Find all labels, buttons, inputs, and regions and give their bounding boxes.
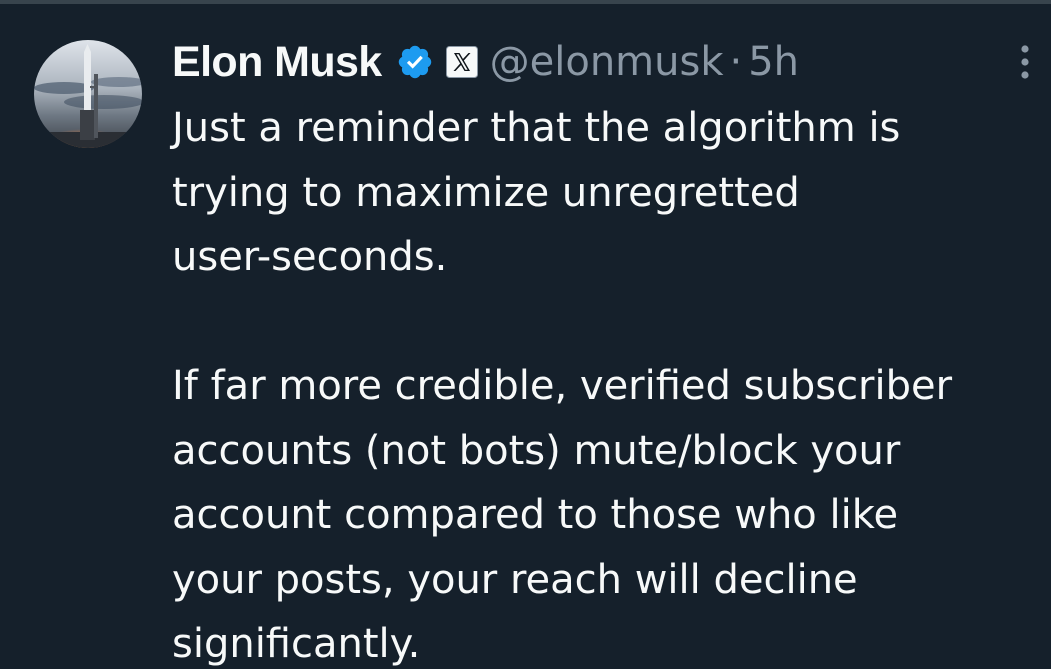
tweet-text-line: significantly. [172,621,421,667]
tweet-header: Elon Musk @elonmusk · 5h [172,34,992,90]
tweet-text-line: If far more credible, verified subscribe… [172,363,953,409]
tweet-text-line: Just a reminder that the algorithm is [172,105,901,151]
tweet-text-line: trying to maximize unregretted [172,169,800,216]
tweet-text: Just a reminder that the algorithm is tr… [172,96,1042,669]
tweet-text-line: accounts (not bots) mute/block your [172,427,901,474]
more-vertical-icon[interactable] [1010,42,1040,82]
tweet-paragraph: If far more credible, verified subscribe… [172,354,1042,669]
display-name[interactable]: Elon Musk [172,38,382,87]
timestamp[interactable]: 5h [748,39,799,85]
tweet-paragraph: Just a reminder that the algorithm is tr… [172,96,1042,290]
tweet-text-line: account compared to those who like [172,492,899,538]
avatar[interactable] [34,40,142,148]
top-divider [0,0,1051,4]
rocket-launch-avatar-image [34,40,142,148]
tweet-text-line: user-seconds. [172,234,448,280]
tweet-text-line: your posts, your reach will decline [172,556,858,603]
verified-badge-icon[interactable] [396,43,434,81]
user-handle[interactable]: @elonmusk [490,39,724,85]
x-logo-icon[interactable] [445,46,478,78]
separator-dot: · [729,39,743,85]
